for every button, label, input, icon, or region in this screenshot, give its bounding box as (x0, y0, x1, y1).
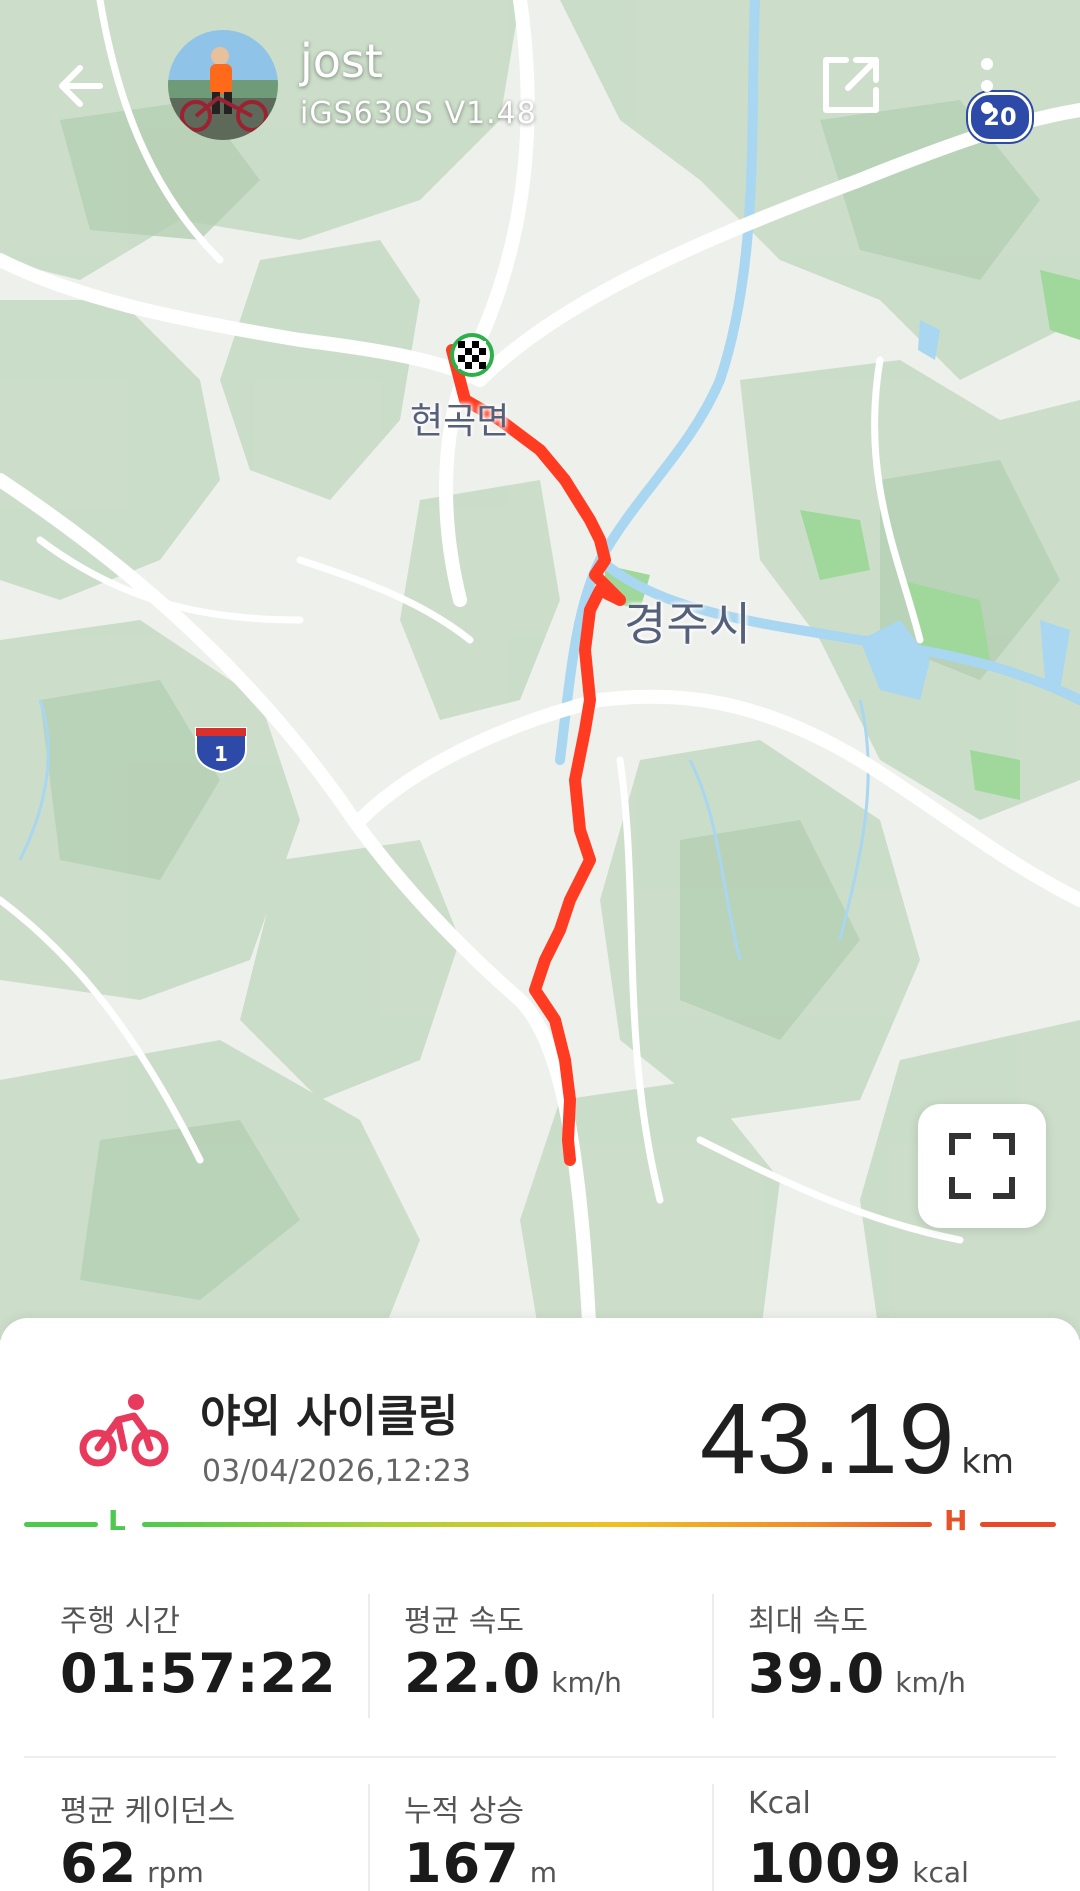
city-label: 경주시 (624, 597, 751, 651)
route-line (446, 344, 626, 1166)
divider (368, 1594, 370, 1718)
divider (712, 1594, 714, 1718)
intensity-bar-high-segment (980, 1522, 1056, 1527)
stat-avg-cadence: 평균 케이던스 62 rpm (24, 1758, 368, 1891)
stat-value: 62 (60, 1832, 138, 1891)
intensity-gradient (142, 1522, 932, 1527)
intensity-bar: L H (24, 1504, 1056, 1548)
stat-label: 최대 속도 (748, 1604, 868, 1639)
activity-datetime: 03/04/2026,12:23 (202, 1454, 471, 1489)
stat-label: Kcal (748, 1786, 811, 1821)
fullscreen-button[interactable] (918, 1104, 1046, 1228)
avatar-photo (168, 30, 278, 140)
intensity-bar-low-segment (24, 1522, 98, 1527)
stat-unit: km/h (895, 1666, 966, 1699)
stats-grid: 주행 시간 01:57:22 평균 속도 22.0 km/h 최대 속도 39.0… (24, 1568, 1056, 1891)
stat-avg-speed: 평균 속도 22.0 km/h (368, 1568, 712, 1758)
avatar[interactable] (168, 30, 278, 140)
stat-value: 167 (404, 1832, 520, 1891)
stat-label: 평균 케이던스 (60, 1794, 236, 1829)
stat-label: 주행 시간 (60, 1604, 180, 1639)
stat-unit: kcal (912, 1856, 969, 1889)
activity-detail-screen: 현곡면 경주시 1 20 jost iGS630S V1.48 야외 사이클링 … (0, 0, 1080, 1891)
distance-unit: km (961, 1442, 1014, 1482)
stat-label: 누적 상승 (404, 1794, 524, 1829)
device-info: iGS630S V1.48 (300, 96, 537, 131)
highway-number: 1 (214, 742, 228, 766)
divider (712, 1784, 714, 1891)
more-vertical-icon (981, 58, 993, 114)
checker-pattern (458, 341, 486, 369)
cycling-icon (78, 1390, 170, 1470)
distance-value: 43.19 (699, 1383, 956, 1495)
intensity-high-label: H (944, 1504, 968, 1537)
stat-value: 1009 (748, 1832, 903, 1891)
stat-value: 22.0 (404, 1642, 542, 1705)
share-button[interactable] (816, 50, 886, 120)
stat-unit: km/h (551, 1666, 622, 1699)
stat-unit: rpm (147, 1856, 204, 1889)
highway-shield-icon: 1 (192, 722, 250, 774)
more-options-button[interactable] (972, 52, 1002, 122)
activity-summary-sheet: 야외 사이클링 03/04/2026,12:23 43.19 km L H 주행 … (0, 1318, 1080, 1891)
fullscreen-icon (949, 1133, 1015, 1199)
user-name: jost (300, 34, 383, 88)
stat-unit: m (529, 1856, 558, 1889)
stat-max-speed: 최대 속도 39.0 km/h (712, 1568, 1056, 1758)
activity-name: 야외 사이클링 (200, 1391, 459, 1442)
stat-elevation-gain: 누적 상승 167 m (368, 1758, 712, 1891)
stats-row: 주행 시간 01:57:22 평균 속도 22.0 km/h 최대 속도 39.0… (24, 1568, 1056, 1758)
intensity-low-label: L (108, 1504, 126, 1537)
stat-calories: Kcal 1009 kcal (712, 1758, 1056, 1891)
stat-label: 평균 속도 (404, 1604, 524, 1639)
stat-ride-time: 주행 시간 01:57:22 (24, 1568, 368, 1758)
stats-row: 평균 케이던스 62 rpm 누적 상승 167 m Kcal 1009 kcal (24, 1758, 1056, 1891)
stat-value: 39.0 (748, 1642, 886, 1705)
divider (368, 1784, 370, 1891)
distance-display: 43.19 km (700, 1382, 1014, 1497)
stat-value: 01:57:22 (60, 1642, 337, 1705)
share-icon (823, 57, 879, 113)
back-arrow-icon (59, 65, 103, 107)
town-label: 현곡면 (410, 401, 510, 442)
back-button[interactable] (50, 52, 118, 120)
